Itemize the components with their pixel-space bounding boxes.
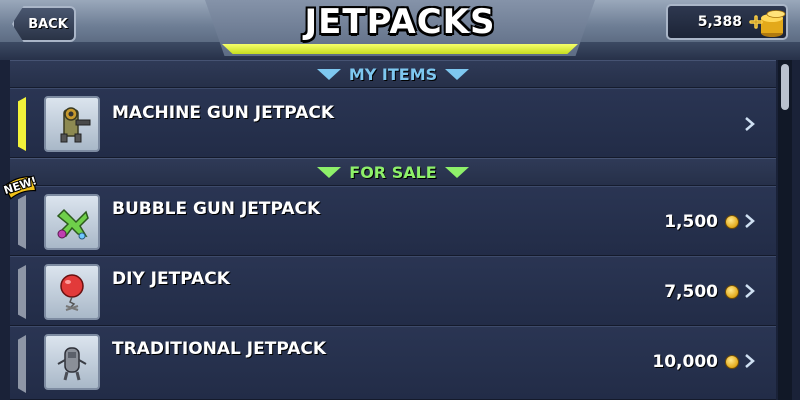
row-marker: [18, 265, 26, 319]
item-name: TRADITIONAL JETPACK: [112, 339, 327, 359]
chevron-right-icon: [745, 284, 755, 298]
back-button-label: BACK: [28, 16, 68, 32]
row-marker: [18, 335, 26, 393]
item-thumbnail: [44, 194, 100, 250]
diy-jetpack-icon: [60, 274, 84, 311]
triangle-down-icon: [316, 68, 341, 80]
item-thumbnail: [44, 264, 100, 320]
section-header-my-items: MY ITEMS: [10, 60, 776, 88]
chevron-right-icon: [745, 354, 755, 368]
item-name: MACHINE GUN JETPACK: [112, 103, 335, 123]
machine-gun-jetpack-icon: [60, 107, 91, 143]
coin-icon: [725, 285, 739, 299]
new-badge: NEW!: [1, 172, 40, 203]
list-scrollbar[interactable]: [778, 60, 792, 400]
triangle-down-icon: [317, 166, 342, 178]
item-thumbnail: [44, 96, 100, 152]
jetpack-list[interactable]: MY ITEMS MACHINE GUN JETPACK FOR SALE NE…: [2, 60, 776, 400]
title-glow: [222, 44, 578, 54]
coin-balance-amount: 5,388: [697, 14, 742, 30]
item-price: 7,500: [664, 282, 718, 302]
item-price: 10,000: [652, 352, 718, 372]
row-marker: [18, 195, 26, 249]
top-bar: JETPACKS BACK 5,388: [0, 0, 800, 60]
triangle-down-icon: [444, 166, 469, 178]
chevron-right-icon: [745, 214, 755, 228]
list-item-traditional-jetpack[interactable]: TRADITIONAL JETPACK 10,000: [10, 326, 776, 400]
item-price: 1,500: [664, 212, 718, 232]
list-item-bubble-gun-jetpack[interactable]: NEW! BUBBLE GUN JETPACK 1,500: [2, 174, 776, 256]
coin-stack-plus-icon: [749, 10, 786, 37]
section-header-for-sale: FOR SALE: [10, 158, 776, 186]
coin-icon: [725, 355, 739, 369]
coin-icon: [725, 215, 739, 229]
bubble-gun-jetpack-icon: [56, 208, 89, 240]
selected-marker: [18, 97, 26, 151]
list-item-diy-jetpack[interactable]: DIY JETPACK 7,500: [10, 256, 776, 326]
section-label-for-sale: FOR SALE: [349, 162, 437, 182]
section-label-my-items: MY ITEMS: [348, 64, 438, 84]
scrollbar-thumb[interactable]: [781, 64, 789, 110]
triangle-down-icon: [445, 68, 470, 80]
item-thumbnail: [44, 334, 100, 390]
item-name: BUBBLE GUN JETPACK: [112, 199, 321, 219]
chevron-right-icon: [745, 117, 755, 131]
list-item-machine-gun-jetpack[interactable]: MACHINE GUN JETPACK: [10, 88, 776, 158]
back-button[interactable]: BACK: [12, 6, 76, 42]
coin-balance[interactable]: 5,388: [666, 4, 788, 40]
traditional-jetpack-icon: [57, 347, 87, 381]
item-name: DIY JETPACK: [112, 269, 230, 289]
